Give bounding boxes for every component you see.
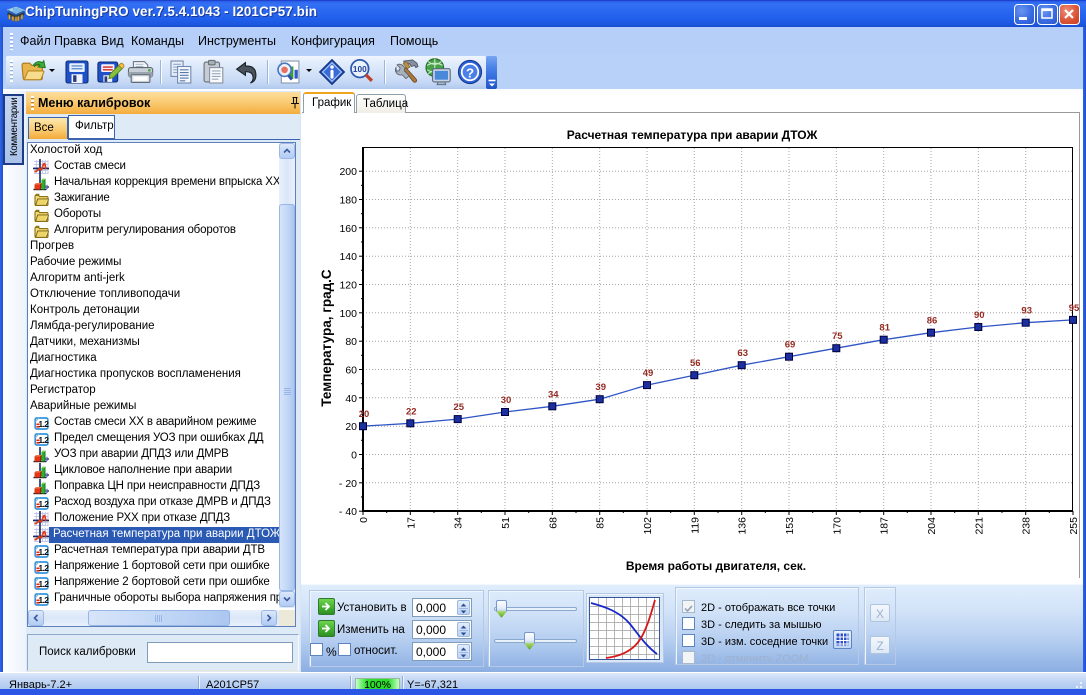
svg-text:34: 34 xyxy=(548,389,559,400)
svg-text:102: 102 xyxy=(642,517,654,535)
svg-text:?: ? xyxy=(466,66,474,81)
svg-text:80: 80 xyxy=(345,336,357,348)
svg-text:20: 20 xyxy=(345,421,357,433)
svg-text:Время работы двигателя, сек.: Время работы двигателя, сек. xyxy=(626,559,806,573)
svg-text:153: 153 xyxy=(784,517,796,535)
svg-text:200: 200 xyxy=(339,166,357,178)
svg-text:20: 20 xyxy=(359,409,370,420)
svg-text:- 40: - 40 xyxy=(339,506,357,518)
svg-text:25: 25 xyxy=(453,402,464,413)
svg-text:Температура, град.С: Температура, град.С xyxy=(319,269,334,407)
svg-text:22: 22 xyxy=(406,406,417,417)
svg-text:119: 119 xyxy=(689,517,701,534)
svg-text:238: 238 xyxy=(1021,517,1033,535)
svg-text:0: 0 xyxy=(351,450,357,462)
svg-text:0: 0 xyxy=(358,517,370,523)
svg-text:17: 17 xyxy=(405,517,417,529)
svg-text:85: 85 xyxy=(595,517,607,529)
svg-text:170: 170 xyxy=(831,517,843,535)
svg-text:40: 40 xyxy=(345,393,357,405)
svg-text:68: 68 xyxy=(547,517,559,529)
svg-text:- 20: - 20 xyxy=(339,478,357,490)
svg-text:Расчетная температура при авар: Расчетная температура при аварии ДТОЖ xyxy=(567,128,818,142)
svg-text:63: 63 xyxy=(737,348,748,359)
svg-text:100: 100 xyxy=(353,65,367,74)
svg-text:90: 90 xyxy=(974,310,985,321)
svg-text:86: 86 xyxy=(927,316,938,327)
svg-text:69: 69 xyxy=(785,340,796,351)
svg-text:160: 160 xyxy=(339,223,357,235)
svg-text:221: 221 xyxy=(973,517,985,535)
svg-text:81: 81 xyxy=(879,323,890,334)
svg-text:204: 204 xyxy=(926,517,938,535)
svg-text:136: 136 xyxy=(737,517,749,535)
svg-text:51: 51 xyxy=(500,517,512,529)
svg-text:30: 30 xyxy=(501,395,512,406)
svg-text:60: 60 xyxy=(345,365,357,377)
svg-text:140: 140 xyxy=(339,251,357,263)
svg-text:100: 100 xyxy=(339,308,357,320)
svg-text:49: 49 xyxy=(643,368,654,379)
svg-text:34: 34 xyxy=(453,517,465,529)
svg-text:180: 180 xyxy=(339,195,357,207)
svg-text:93: 93 xyxy=(1021,306,1032,317)
svg-text:56: 56 xyxy=(690,358,701,369)
svg-text:95: 95 xyxy=(1069,303,1080,314)
svg-text:255: 255 xyxy=(1068,517,1080,535)
svg-text:75: 75 xyxy=(832,331,843,342)
svg-text:120: 120 xyxy=(339,280,357,292)
svg-text:39: 39 xyxy=(595,382,606,393)
svg-text:187: 187 xyxy=(879,517,891,535)
